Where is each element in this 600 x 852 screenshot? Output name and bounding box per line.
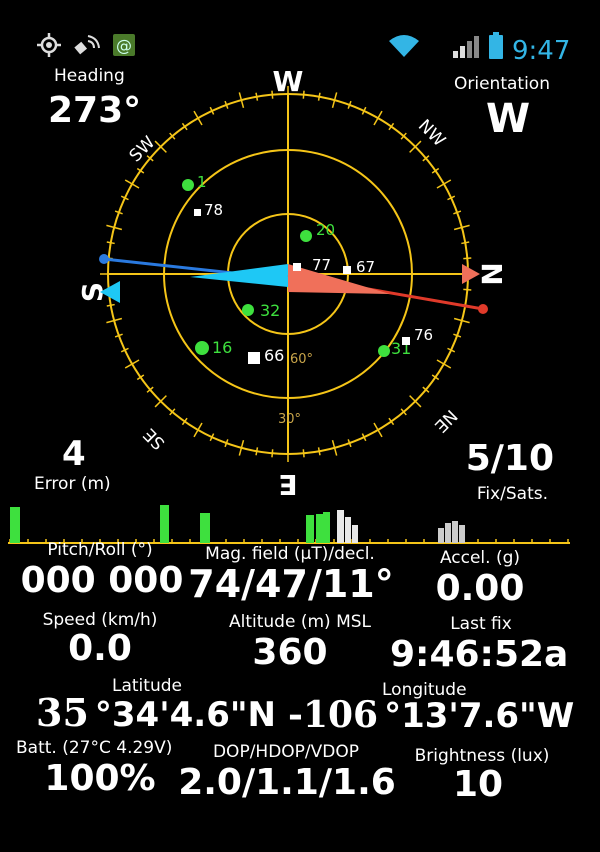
compass-tick	[271, 449, 274, 458]
compass-tick	[302, 449, 305, 458]
signal-bar	[306, 515, 314, 543]
fix-sats-value: 5/10	[465, 438, 554, 479]
signal-icon	[453, 36, 479, 58]
longitude-minutes-seconds: °13'7.6"W	[384, 696, 575, 736]
signal-bar	[438, 528, 444, 543]
elevation-label-30: 30°	[278, 412, 301, 427]
altitude-value: 360	[252, 632, 328, 673]
satellite-76: 76	[402, 326, 433, 345]
compass-tick	[124, 359, 140, 369]
svg-text:67: 67	[356, 258, 375, 276]
svg-text:77: 77	[312, 256, 331, 274]
latitude-degrees: 35	[30, 690, 95, 735]
signal-bar	[10, 507, 20, 543]
satellite-78: 78	[194, 201, 223, 219]
signal-bar	[345, 517, 351, 543]
satellite-1: 1	[182, 173, 207, 191]
satellite-16: 16	[195, 338, 232, 357]
cardinal-bottom: E	[278, 468, 297, 501]
last-fix-value: 9:46:52a	[390, 634, 569, 675]
svg-text:16: 16	[212, 338, 232, 357]
satellite-66: 66	[248, 346, 284, 365]
error-value: 4	[62, 434, 86, 474]
intercardinal-bottom-left: SE	[140, 424, 169, 453]
svg-text:20: 20	[316, 221, 335, 239]
altitude-label: Altitude (m) MSL	[229, 612, 371, 632]
needle-blue-tip	[99, 254, 109, 264]
signal-bar	[316, 514, 323, 543]
signal-bar	[452, 521, 458, 543]
error-label: Error (m)	[34, 474, 111, 494]
gps-target-icon	[37, 33, 61, 57]
compass-tick	[373, 422, 383, 438]
compass-tick	[255, 92, 259, 101]
intercardinal-top-right: NW	[414, 116, 449, 151]
needle-red-tip	[478, 304, 488, 314]
latitude-minutes-seconds: °34'4.6"N	[94, 695, 277, 735]
svg-text:1: 1	[197, 173, 207, 191]
speed-label: Speed (km/h)	[42, 610, 158, 630]
svg-text:78: 78	[204, 201, 223, 219]
cardinal-top: W	[273, 65, 304, 98]
mag-field-label: Mag. field (µT)/decl.	[205, 544, 375, 564]
satellite-icon	[74, 35, 100, 55]
signal-bar	[200, 513, 210, 543]
svg-text:@: @	[116, 36, 132, 55]
brightness-label: Brightness (lux)	[414, 746, 550, 766]
accel-label: Accel. (g)	[439, 548, 521, 568]
compass-tick	[373, 110, 383, 126]
battery-icon	[489, 32, 503, 59]
pitch-roll-value: 000 000	[20, 560, 184, 601]
compass-tick	[193, 422, 203, 438]
compass-tick	[436, 359, 452, 369]
compass-tick	[124, 179, 140, 189]
signal-bar	[459, 525, 465, 543]
compass-tick	[317, 92, 321, 101]
compass-tick	[463, 288, 472, 291]
compass-tick	[255, 447, 259, 456]
svg-text:32: 32	[260, 301, 280, 320]
compass-tick	[463, 257, 472, 260]
app-notification-icon: @	[113, 34, 135, 56]
signal-bar	[352, 525, 358, 543]
compass-tick	[193, 110, 203, 126]
speed-value: 0.0	[68, 628, 132, 669]
signal-bar	[445, 523, 451, 543]
elevation-label-60: 60°	[290, 352, 313, 367]
compass-tick	[436, 179, 452, 189]
wifi-icon	[389, 35, 419, 57]
compass-tick	[461, 241, 470, 245]
needle-south-half	[190, 264, 288, 287]
status-bar: @ 9:47	[0, 0, 600, 66]
latitude-value: 35 °34'4.6"N	[30, 690, 276, 735]
dop-value: 2.0/1.1/1.6	[178, 762, 396, 803]
dop-label: DOP/HDOP/VDOP	[212, 742, 360, 762]
longitude-value: -106 °13'7.6"W	[282, 694, 574, 736]
compass-tick	[106, 241, 115, 245]
accel-value: 0.00	[435, 568, 525, 609]
compass-tick	[106, 303, 115, 307]
mag-field-value: 74/47/11°	[188, 562, 394, 606]
pitch-roll-label: Pitch/Roll (°)	[47, 540, 153, 560]
clock: 9:47	[512, 36, 571, 66]
signal-bar	[337, 510, 344, 543]
signal-bar	[160, 505, 169, 543]
compass-tick	[317, 447, 321, 456]
svg-text:66: 66	[264, 346, 284, 365]
intercardinal-top-left: SW	[126, 133, 160, 167]
brightness-value: 10	[452, 764, 504, 805]
longitude-degrees: -106	[282, 694, 385, 736]
battery-label: Batt. (27°C 4.29V)	[16, 738, 173, 758]
last-fix-label: Last fix	[450, 614, 512, 634]
intercardinal-bottom-right: NE	[430, 405, 461, 436]
satellite-20: 20	[300, 221, 335, 242]
satellite-67: 67	[343, 258, 375, 276]
battery-value: 100%	[44, 758, 156, 799]
signal-bar	[323, 512, 330, 543]
svg-text:76: 76	[414, 326, 433, 344]
